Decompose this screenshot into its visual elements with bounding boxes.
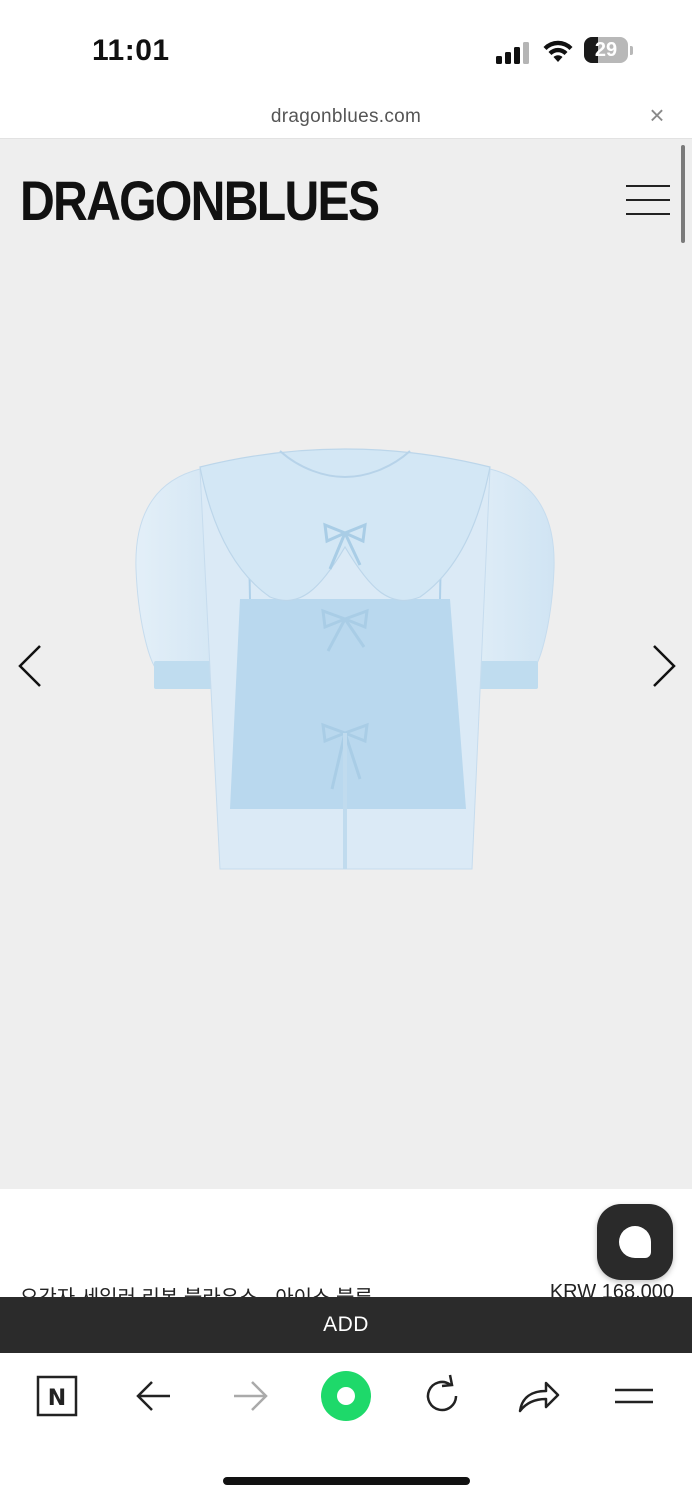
status-time: 11:01	[92, 34, 170, 67]
url-text[interactable]: dragonblues.com	[0, 106, 692, 128]
back-arrow-icon[interactable]	[126, 1371, 182, 1421]
battery-icon: 29	[584, 37, 634, 65]
chat-button[interactable]	[597, 1204, 673, 1280]
signal-icon	[496, 42, 529, 64]
forward-arrow-icon[interactable]	[222, 1371, 278, 1421]
site-logo[interactable]: DRAGONBLUES	[20, 173, 380, 229]
wifi-icon	[543, 40, 573, 62]
battery-level: 29	[594, 39, 618, 61]
status-bar: 11:01 29	[0, 0, 692, 96]
green-dot-icon[interactable]	[318, 1371, 374, 1421]
close-icon[interactable]: ×	[644, 102, 670, 128]
product-info: 오간자 세일러 리본 블라우스 - 아이스 블루 KRW 168,000	[0, 1189, 692, 1309]
naver-letter: N	[48, 1386, 66, 1411]
browser-url-bar[interactable]: dragonblues.com ×	[0, 96, 692, 139]
reload-icon[interactable]	[414, 1371, 470, 1421]
product-page: DRAGONBLUES	[0, 139, 692, 1189]
hamburger-menu-icon[interactable]	[626, 183, 670, 217]
scrollbar[interactable]	[681, 145, 685, 243]
chat-bubble-icon	[619, 1226, 651, 1258]
product-blouse-image[interactable]	[120, 429, 570, 899]
home-indicator[interactable]	[223, 1477, 470, 1485]
menu-icon[interactable]	[606, 1371, 662, 1421]
naver-home-icon[interactable]: N	[29, 1371, 85, 1421]
chevron-left-icon[interactable]	[12, 636, 52, 696]
add-to-cart-button[interactable]: ADD	[0, 1297, 692, 1353]
chevron-right-icon[interactable]	[642, 636, 682, 696]
share-icon[interactable]	[510, 1371, 566, 1421]
